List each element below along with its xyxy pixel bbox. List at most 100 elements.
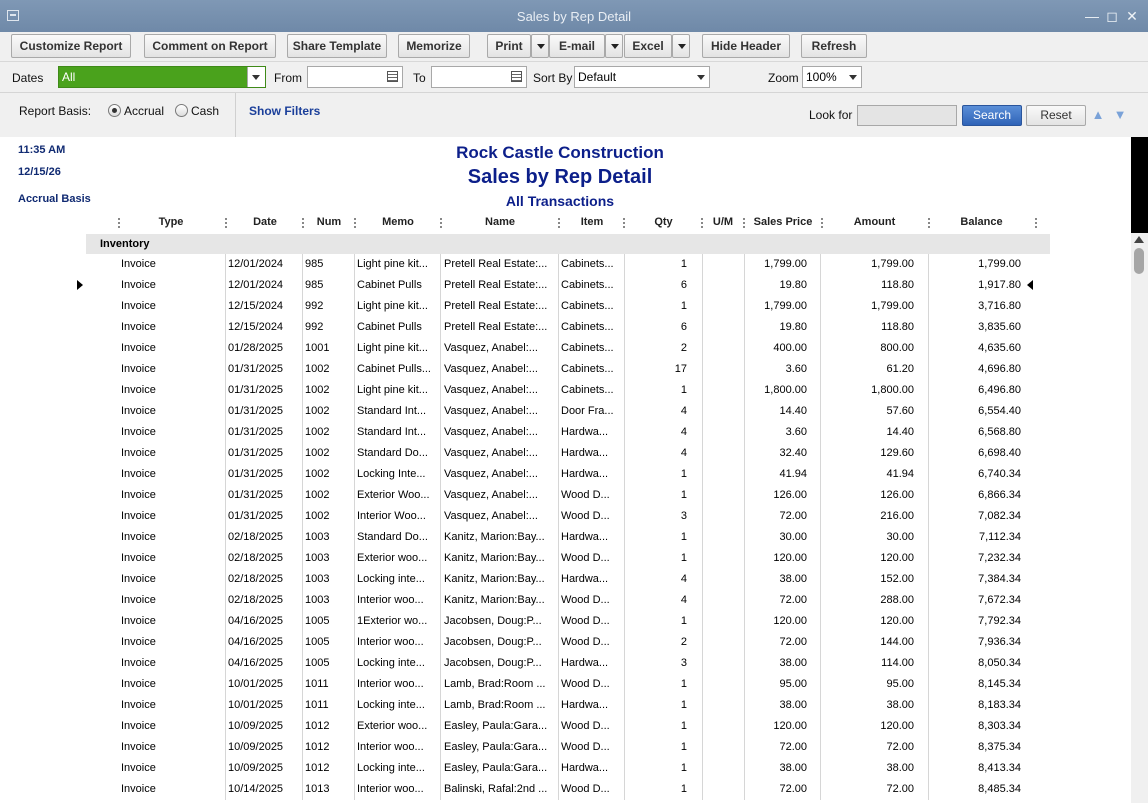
table-row[interactable]: Invoice 12/01/2024 985 Cabinet Pulls Pretell… <box>86 275 1050 296</box>
cash-radio[interactable] <box>175 104 188 117</box>
table-row[interactable]: Invoice 10/09/2025 1012 Locking inte... Easl… <box>86 758 1050 779</box>
close-icon[interactable]: ✕ <box>1124 8 1140 24</box>
cell-divider <box>820 359 821 380</box>
column-resize-handle[interactable] <box>440 218 442 229</box>
table-row[interactable]: Invoice 01/31/2025 1002 Cabinet Pulls... Vas… <box>86 359 1050 380</box>
reset-button[interactable]: Reset <box>1026 105 1086 126</box>
col-date-header[interactable]: Date <box>228 216 302 228</box>
email-dropdown-icon[interactable] <box>605 34 623 58</box>
column-resize-handle[interactable] <box>743 218 745 229</box>
table-row[interactable]: Invoice 01/31/2025 1002 Interior Woo... Vasq… <box>86 506 1050 527</box>
col-amount-header[interactable]: Amount <box>822 216 927 228</box>
sort-by-dropdown-icon[interactable] <box>697 75 705 80</box>
from-date-field[interactable] <box>307 66 403 88</box>
hide-header-button[interactable]: Hide Header <box>702 34 790 58</box>
table-row[interactable]: Invoice 01/31/2025 1002 Standard Int... Vasq… <box>86 401 1050 422</box>
print-dropdown-icon[interactable] <box>531 34 549 58</box>
column-resize-handle[interactable] <box>701 218 703 229</box>
previous-match-icon[interactable]: ▲ <box>1091 108 1105 122</box>
vertical-scrollbar[interactable] <box>1131 137 1148 803</box>
table-row[interactable]: Invoice 10/01/2025 1011 Locking inte... Lamb… <box>86 695 1050 716</box>
col-qty-cell: 1 <box>680 615 687 627</box>
cell-divider <box>354 632 355 653</box>
memorize-button[interactable]: Memorize <box>398 34 470 58</box>
scroll-up-icon[interactable] <box>1134 236 1144 243</box>
table-row[interactable]: Invoice 01/31/2025 1002 Exterior Woo... Vasq… <box>86 485 1050 506</box>
search-button[interactable]: Search <box>962 105 1022 126</box>
refresh-button[interactable]: Refresh <box>801 34 867 58</box>
comment-on-report-button[interactable]: Comment on Report <box>144 34 276 58</box>
table-row[interactable]: Invoice 01/31/2025 1002 Light pine kit... Va… <box>86 380 1050 401</box>
table-row[interactable]: Invoice 12/15/2024 992 Light pine kit... Pre… <box>86 296 1050 317</box>
table-row[interactable]: Invoice 10/09/2025 1012 Interior woo... Easl… <box>86 737 1050 758</box>
table-row[interactable]: Invoice 04/16/2025 1005 1Exterior wo... Jaco… <box>86 611 1050 632</box>
column-resize-handle[interactable] <box>1035 218 1037 229</box>
table-row[interactable]: Invoice 02/18/2025 1003 Standard Do... Kanit… <box>86 527 1050 548</box>
col-memo-cell: Light pine kit... <box>357 300 428 312</box>
cell-divider <box>744 296 745 317</box>
col-num-cell: 1005 <box>305 615 330 627</box>
column-resize-handle[interactable] <box>354 218 356 229</box>
table-row[interactable]: Invoice 10/09/2025 1012 Exterior woo... Easl… <box>86 716 1050 737</box>
col-qty-header[interactable]: Qty <box>626 216 701 228</box>
col-um-header[interactable]: U/M <box>703 216 743 228</box>
col-item-header[interactable]: Item <box>561 216 623 228</box>
table-row[interactable]: Invoice 02/18/2025 1003 Locking inte... Kani… <box>86 569 1050 590</box>
table-row[interactable]: Invoice 01/31/2025 1002 Locking Inte... Vasq… <box>86 464 1050 485</box>
table-row[interactable]: Invoice 02/18/2025 1003 Exterior woo... Kani… <box>86 548 1050 569</box>
print-button[interactable]: Print <box>487 34 531 58</box>
email-button[interactable]: E-mail <box>549 34 605 58</box>
col-memo-header[interactable]: Memo <box>357 216 439 228</box>
to-calendar-icon[interactable] <box>511 71 522 82</box>
table-row[interactable]: Invoice 04/16/2025 1005 Locking inte... Jaco… <box>86 653 1050 674</box>
column-resize-handle[interactable] <box>928 218 930 229</box>
cell-divider <box>302 716 303 737</box>
excel-dropdown-icon[interactable] <box>672 34 690 58</box>
column-resize-handle[interactable] <box>118 218 120 229</box>
table-row[interactable]: Invoice 04/16/2025 1005 Interior woo... Jaco… <box>86 632 1050 653</box>
from-calendar-icon[interactable] <box>387 71 398 82</box>
column-resize-handle[interactable] <box>558 218 560 229</box>
minimize-icon[interactable]: — <box>1084 8 1100 24</box>
next-match-icon[interactable]: ▼ <box>1113 108 1127 122</box>
column-resize-handle[interactable] <box>302 218 304 229</box>
column-resize-handle[interactable] <box>623 218 625 229</box>
table-row[interactable]: Invoice 12/15/2024 992 Cabinet Pulls Pretell… <box>86 317 1050 338</box>
column-resize-handle[interactable] <box>821 218 823 229</box>
col-date-cell: 01/31/2025 <box>228 426 284 438</box>
to-date-field[interactable] <box>431 66 527 88</box>
dates-select[interactable]: All <box>58 66 266 88</box>
column-resize-handle[interactable] <box>225 218 227 229</box>
cell-divider <box>354 737 355 758</box>
zoom-dropdown-icon[interactable] <box>849 75 857 80</box>
table-row[interactable]: Invoice 01/28/2025 1001 Light pine kit... Va… <box>86 338 1050 359</box>
table-row[interactable]: Invoice 01/31/2025 1002 Standard Int... Vasq… <box>86 422 1050 443</box>
accrual-radio[interactable] <box>108 104 121 117</box>
col-name-header[interactable]: Name <box>444 216 556 228</box>
share-template-button[interactable]: Share Template <box>287 34 387 58</box>
table-row[interactable]: Invoice 10/14/2025 1013 Interior woo... Bali… <box>86 779 1050 800</box>
cell-divider <box>558 716 559 737</box>
table-row[interactable]: Invoice 10/01/2025 1011 Interior woo... Lamb… <box>86 674 1050 695</box>
col-num-header[interactable]: Num <box>305 216 353 228</box>
scroll-thumb[interactable] <box>1134 248 1144 274</box>
col-name-cell: Kanitz, Marion:Bay... <box>444 531 545 543</box>
cell-divider <box>440 422 441 443</box>
maximize-icon[interactable]: ◻ <box>1104 8 1120 24</box>
sort-by-select[interactable]: Default <box>574 66 710 88</box>
cell-divider <box>225 317 226 338</box>
col-name-cell: Kanitz, Marion:Bay... <box>444 573 545 585</box>
look-for-input[interactable] <box>857 105 957 126</box>
show-filters-link[interactable]: Show Filters <box>249 104 320 118</box>
col-sales-price-header[interactable]: Sales Price <box>746 216 820 228</box>
col-type-header[interactable]: Type <box>121 216 221 228</box>
zoom-select[interactable]: 100% <box>802 66 862 88</box>
col-memo-cell: Standard Int... <box>357 405 427 417</box>
excel-button[interactable]: Excel <box>624 34 672 58</box>
table-row[interactable]: Invoice 01/31/2025 1002 Standard Do... Vasqu… <box>86 443 1050 464</box>
col-balance-header[interactable]: Balance <box>929 216 1034 228</box>
table-row[interactable]: Invoice 12/01/2024 985 Light pine kit... Pre… <box>86 254 1050 275</box>
table-row[interactable]: Invoice 02/18/2025 1003 Interior woo... Kani… <box>86 590 1050 611</box>
dates-dropdown-icon[interactable] <box>247 67 265 87</box>
customize-report-button[interactable]: Customize Report <box>11 34 131 58</box>
